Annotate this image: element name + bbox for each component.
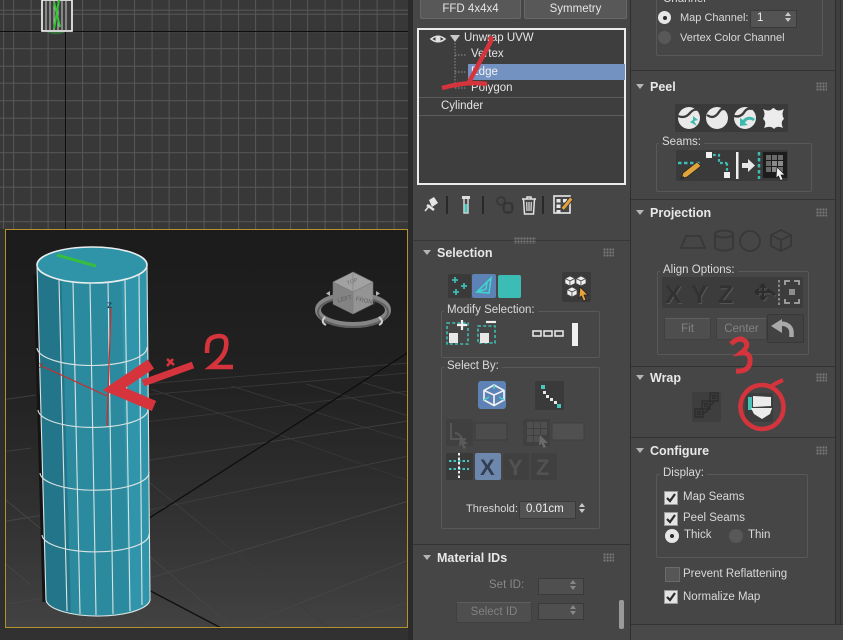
svg-text:Y: Y [691, 281, 708, 308]
svg-text:Z: Z [718, 281, 733, 308]
svg-text:x: x [39, 360, 44, 370]
svg-text:X: X [480, 455, 495, 480]
svg-text:Y: Y [508, 455, 523, 480]
svg-text:Z: Z [536, 455, 549, 480]
svg-text:z: z [107, 300, 112, 311]
svg-text:X: X [665, 281, 682, 308]
